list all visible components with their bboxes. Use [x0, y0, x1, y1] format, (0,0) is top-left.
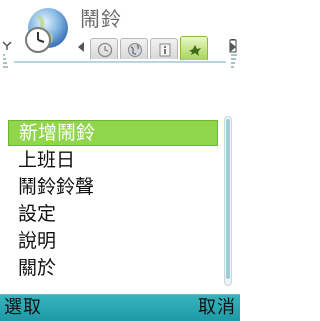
tab-info[interactable]: [150, 38, 178, 59]
menu-item-help[interactable]: 說明: [8, 228, 218, 254]
bird-icon: [189, 45, 201, 56]
menu-scrollbar[interactable]: [224, 116, 232, 286]
options-menu: 新增鬧鈴 上班日 鬧鈴鈴聲 設定 說明 關於: [4, 114, 236, 290]
tab-world[interactable]: [120, 38, 148, 59]
menu-item-about[interactable]: 關於: [8, 255, 218, 281]
clock-globe-icon: [25, 8, 68, 53]
menu-item-workdays[interactable]: 上班日: [8, 147, 218, 173]
softkey-bar: 選取 取消: [0, 294, 240, 321]
tab-bar: [88, 36, 226, 60]
softkey-cancel[interactable]: 取消: [198, 295, 236, 321]
softkey-select[interactable]: 選取: [4, 295, 42, 321]
info-icon: [159, 43, 171, 57]
main-content: 新增鬧鈴 上班日 鬧鈴鈴聲 設定 說明 關於: [0, 70, 240, 294]
tab-left-arrow-icon[interactable]: [76, 41, 86, 53]
tab-right-arrow-icon[interactable]: [228, 41, 238, 53]
menu-item-new-alarm[interactable]: 新增鬧鈴: [8, 120, 218, 146]
tab-alarm[interactable]: [180, 36, 208, 60]
globe-icon: [128, 43, 142, 57]
menu-item-settings[interactable]: 設定: [8, 201, 218, 227]
page-title: 鬧鈴: [80, 7, 122, 31]
scroll-thumb[interactable]: [226, 119, 230, 279]
clock-icon: [97, 42, 113, 58]
tab-clock[interactable]: [90, 38, 118, 59]
title-bar: 鬧鈴: [0, 0, 240, 72]
tab-underline: [14, 61, 226, 63]
menu-item-alarm-tone[interactable]: 鬧鈴鈴聲: [8, 174, 218, 200]
